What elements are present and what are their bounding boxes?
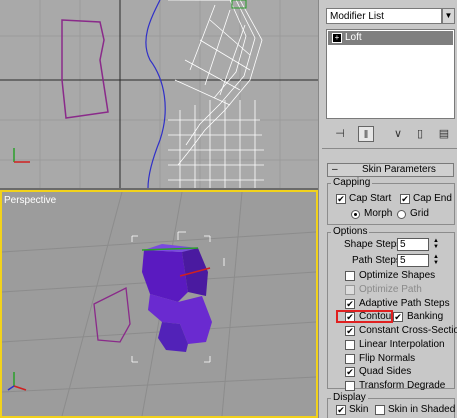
transform-degrade-checkbox[interactable] <box>345 381 355 391</box>
axis-tripod-icon-perspective <box>7 372 27 391</box>
optimize-path-label: Optimize Path <box>359 284 422 295</box>
quad-sides-checkbox[interactable]: ✔ <box>345 367 355 377</box>
constant-cross-section-label: Constant Cross-Section <box>359 325 457 336</box>
stack-toolbar: ⊣ ‖ ∨ ▯ ▤ <box>326 124 456 144</box>
adaptive-path-steps-label: Adaptive Path Steps <box>359 298 450 309</box>
profile-shape <box>61 19 109 119</box>
optimize-shapes-label: Optimize Shapes <box>359 270 436 281</box>
options-group-label: Options <box>331 226 370 237</box>
skin-label: Skin <box>349 404 369 415</box>
display-group-label: Display <box>331 392 368 403</box>
cap-end-checkbox[interactable]: ✔ <box>400 194 410 204</box>
contour-highlight-box <box>336 310 393 323</box>
top-viewport[interactable] <box>0 0 318 190</box>
shape-steps-input[interactable]: 5 <box>397 238 429 251</box>
perspective-viewport-canvas <box>2 192 316 416</box>
modifier-list-dropdown[interactable]: Modifier List <box>326 8 442 24</box>
skin-checkbox[interactable]: ✔ <box>336 405 346 415</box>
skin-in-shaded-label: Skin in Shaded <box>388 404 456 415</box>
banking-label: Banking <box>407 311 444 322</box>
stack-item-loft[interactable]: + Loft <box>328 31 453 45</box>
shape-steps-label: Shape Steps: <box>344 239 405 250</box>
modifier-stack[interactable]: + Loft <box>326 29 455 119</box>
skin-in-shaded-checkbox[interactable] <box>375 405 385 415</box>
linear-interpolation-label: Linear Interpolation <box>359 339 445 350</box>
skin-parameters-rollout[interactable]: – Skin Parameters <box>327 163 454 177</box>
shape-steps-spinner[interactable]: ▲ ▼ <box>432 238 440 251</box>
loft-mesh <box>142 244 212 352</box>
make-unique-icon[interactable]: ∨ <box>390 126 406 142</box>
stack-item-label: Loft <box>345 32 362 43</box>
grid-label: Grid <box>410 208 429 219</box>
grid-radio[interactable] <box>397 210 406 219</box>
chevron-down-icon[interactable]: ▼ <box>442 8 455 24</box>
capping-group-label: Capping <box>331 177 373 188</box>
transform-degrade-label: Transform Degrade <box>359 380 446 391</box>
morph-label: Morph <box>364 208 393 219</box>
top-viewport-canvas <box>0 0 318 188</box>
collapse-icon: – <box>332 164 338 175</box>
flip-normals-checkbox[interactable] <box>345 354 355 364</box>
optimize-path-checkbox[interactable] <box>345 285 355 295</box>
expand-icon[interactable]: + <box>332 33 342 43</box>
morph-radio[interactable] <box>351 210 360 219</box>
divider <box>322 148 457 149</box>
path-steps-spinner[interactable]: ▲ ▼ <box>432 254 440 267</box>
optimize-shapes-checkbox[interactable] <box>345 271 355 281</box>
banking-checkbox[interactable]: ✔ <box>393 312 403 322</box>
path-steps-label: Path Steps: <box>352 255 404 266</box>
show-end-result-icon[interactable]: ‖ <box>358 126 374 142</box>
configure-sets-icon[interactable]: ▤ <box>436 126 452 142</box>
constant-cross-section-checkbox[interactable]: ✔ <box>345 326 355 336</box>
cap-start-checkbox[interactable]: ✔ <box>336 194 346 204</box>
rollout-title: Skin Parameters <box>362 164 436 175</box>
linear-interpolation-checkbox[interactable] <box>345 340 355 350</box>
perspective-viewport-label[interactable]: Perspective <box>4 195 56 206</box>
flip-normals-label: Flip Normals <box>359 353 416 364</box>
adaptive-path-steps-checkbox[interactable]: ✔ <box>345 299 355 309</box>
profile-shape-perspective <box>93 287 131 343</box>
pin-stack-icon[interactable]: ⊣ <box>332 126 348 142</box>
perspective-viewport[interactable]: Perspective <box>0 190 318 418</box>
cap-start-label: Cap Start <box>349 193 392 204</box>
cap-end-label: Cap End <box>413 193 452 204</box>
remove-modifier-icon[interactable]: ▯ <box>412 126 428 142</box>
quad-sides-label: Quad Sides <box>359 366 412 377</box>
path-steps-input[interactable]: 5 <box>397 254 429 267</box>
